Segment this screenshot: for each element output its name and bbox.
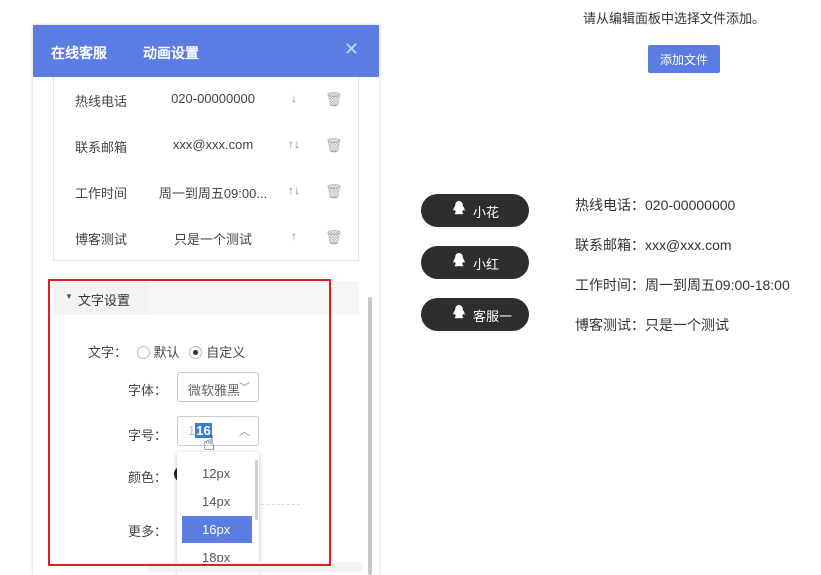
- contact-label: 博客测试: [75, 232, 128, 247]
- move-arrows[interactable]: ↓: [276, 91, 312, 105]
- contact-value[interactable]: 只是一个测试: [158, 229, 268, 248]
- contact-row: 联系邮箱 xxx@xxx.com ↑↓ 🗑: [54, 123, 360, 169]
- info-worktime: 工作时间：周一到周五09:00-18:00: [575, 277, 790, 293]
- service-button[interactable]: 小花: [421, 194, 529, 227]
- trash-icon[interactable]: 🗑: [325, 229, 343, 246]
- qq-penguin-icon: [453, 253, 465, 267]
- contact-label: 工作时间: [75, 186, 128, 201]
- info-hotline: 热线电话：020-00000000: [575, 197, 736, 213]
- qq-penguin-icon: [453, 201, 465, 215]
- info-blog: 博客测试：只是一个测试: [575, 317, 729, 333]
- contact-value[interactable]: xxx@xxx.com: [158, 137, 268, 152]
- service-name: 小花: [473, 205, 500, 220]
- contact-row: 热线电话 020-00000000 ↓ 🗑: [54, 77, 360, 123]
- close-icon[interactable]: ✕: [344, 39, 359, 59]
- trash-icon[interactable]: 🗑: [325, 91, 343, 108]
- add-file-button[interactable]: 添加文件: [648, 45, 720, 73]
- panel-header: 在线客服 动画设置 ✕: [33, 25, 379, 77]
- service-button[interactable]: 小红: [421, 246, 529, 279]
- service-name: 小红: [473, 257, 500, 272]
- contact-label: 热线电话: [75, 94, 128, 109]
- tab-online-service[interactable]: 在线客服: [51, 43, 107, 63]
- move-arrows[interactable]: ↑: [276, 229, 312, 243]
- highlight-box: [48, 279, 331, 566]
- tab-animation-settings[interactable]: 动画设置: [143, 43, 199, 63]
- move-arrows[interactable]: ↑↓: [276, 183, 312, 197]
- service-name: 客服一: [473, 309, 513, 324]
- service-button[interactable]: 客服一: [421, 298, 529, 331]
- contact-value[interactable]: 020-00000000: [158, 91, 268, 106]
- contact-value[interactable]: 周一到周五09:00...: [158, 183, 268, 202]
- contact-row: 工作时间 周一到周五09:00... ↑↓ 🗑: [54, 169, 360, 215]
- trash-icon[interactable]: 🗑: [325, 137, 343, 154]
- info-email: 联系邮箱：xxx@xxx.com: [575, 237, 732, 253]
- panel-scrollbar[interactable]: [368, 297, 372, 575]
- qq-penguin-icon: [453, 305, 465, 319]
- hint-text: 请从编辑面板中选择文件添加。: [583, 11, 766, 26]
- trash-icon[interactable]: 🗑: [325, 183, 343, 200]
- contact-label: 联系邮箱: [75, 140, 128, 155]
- contact-row: 博客测试 只是一个测试 ↑ 🗑: [54, 215, 360, 261]
- contact-list: 热线电话 020-00000000 ↓ 🗑 联系邮箱 xxx@xxx.com ↑…: [53, 77, 359, 261]
- move-arrows[interactable]: ↑↓: [276, 137, 312, 151]
